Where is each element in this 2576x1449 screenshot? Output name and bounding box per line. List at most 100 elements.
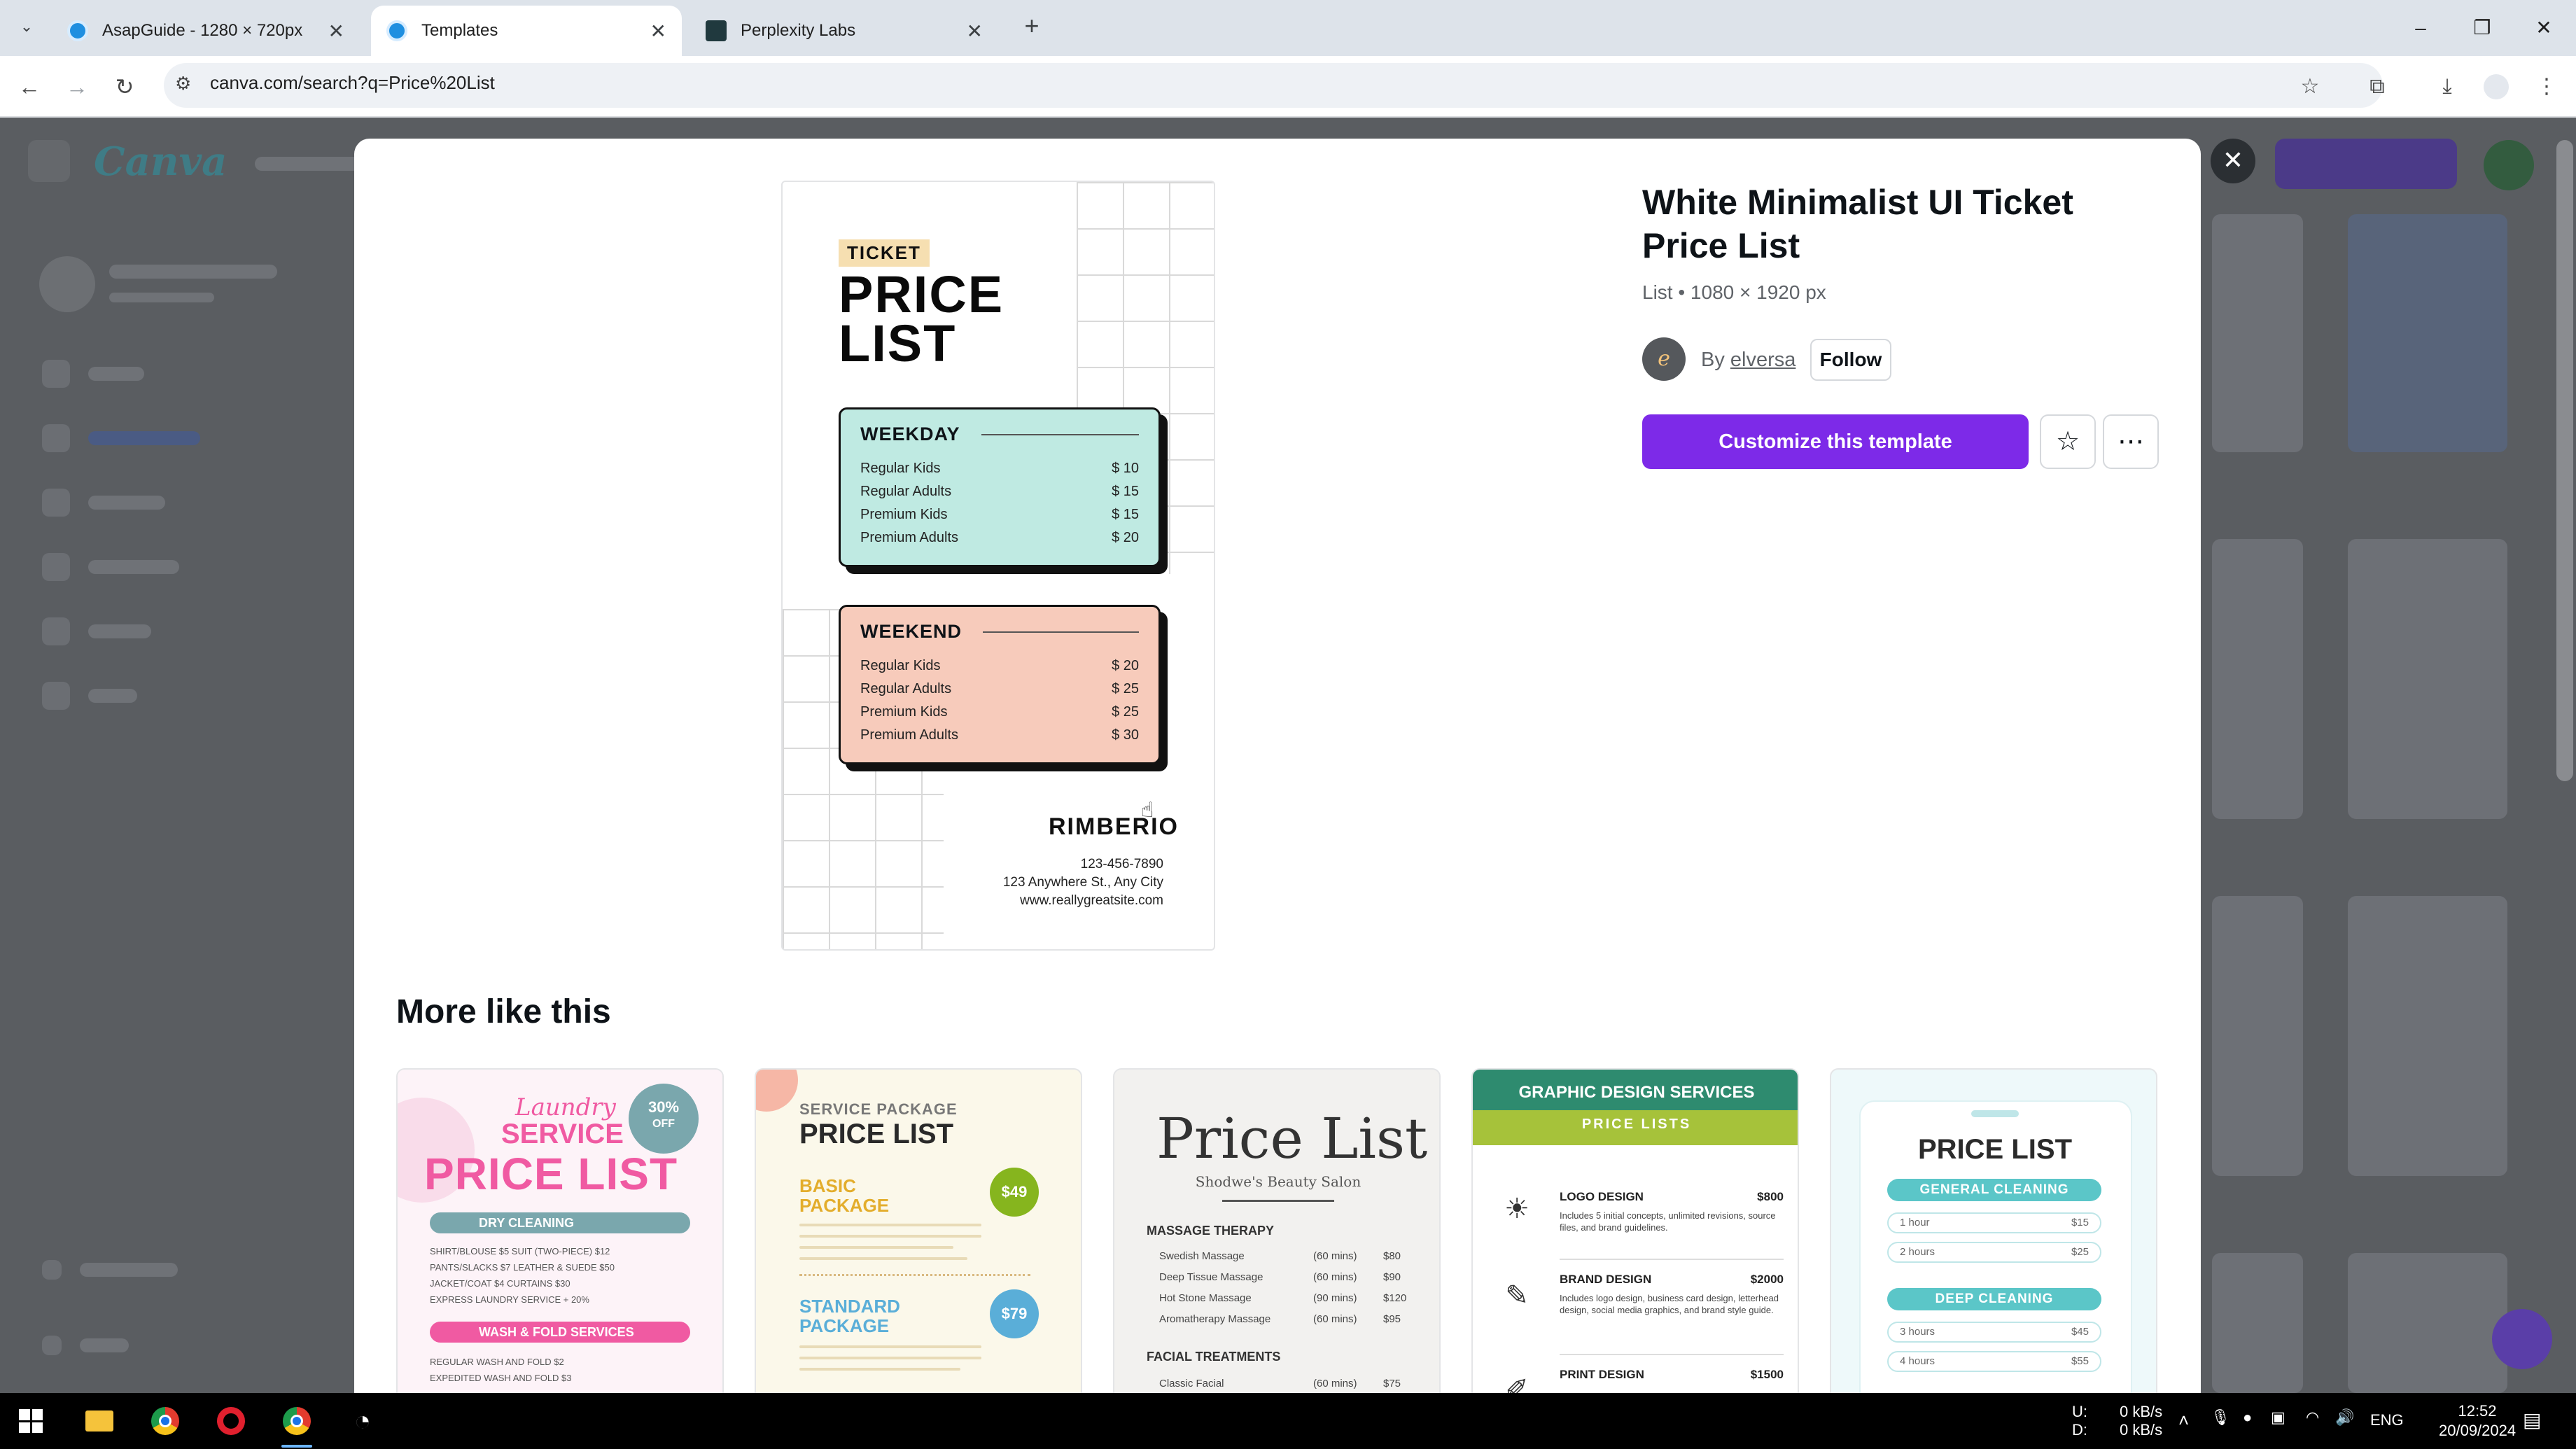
sidebar-item-placeholder <box>42 682 308 710</box>
price-row: Regular Kids $ 20 <box>860 658 1139 681</box>
volume-icon[interactable]: 🔊 <box>2335 1408 2354 1427</box>
team-avatar <box>39 256 95 312</box>
beauty-row: Classic Facial (60 mins) $75 <box>1159 1378 1411 1390</box>
network-speed-labels: U: D: <box>2072 1403 2087 1439</box>
bg-template-thumb <box>2212 214 2303 452</box>
profile-avatar[interactable] <box>2484 74 2509 99</box>
close-modal-button[interactable]: ✕ <box>2211 139 2255 183</box>
discount-badge: 30% OFF <box>629 1084 699 1154</box>
chrome-active-icon[interactable] <box>274 1399 319 1448</box>
decorative-corner <box>756 1070 798 1112</box>
item-divider <box>1560 1354 1784 1355</box>
related-template-beauty-salon[interactable]: Price List Shodwe's Beauty Salon MASSAGE… <box>1113 1068 1441 1432</box>
cleaning-duration: 2 hours <box>1900 1246 1935 1258</box>
package-label-line: BASIC <box>799 1175 856 1196</box>
forward-button[interactable]: → <box>57 67 97 106</box>
close-tab-icon[interactable]: ✕ <box>967 20 983 43</box>
tab-perplexity[interactable]: Perplexity Labs ✕ <box>690 6 998 56</box>
tray-overflow-icon[interactable]: ˄ <box>2178 1410 2189 1432</box>
tray-app-icon[interactable]: ● <box>2243 1408 2252 1427</box>
price-item-value: $ 20 <box>1112 658 1139 673</box>
related-template-service-package[interactable]: SERVICE PACKAGE PRICE LIST BASIC PACKAGE … <box>755 1068 1082 1432</box>
laundry-row: REGULAR WASH AND FOLD $2 <box>430 1357 564 1367</box>
tab-templates[interactable]: Templates ✕ <box>371 6 682 56</box>
back-button[interactable]: ← <box>10 67 49 106</box>
cleaning-row: 2 hours $25 <box>1887 1242 2101 1263</box>
microphone-icon[interactable]: 🎙 <box>2211 1408 2230 1427</box>
service-price: $90 <box>1383 1271 1401 1283</box>
chrome-icon[interactable] <box>143 1399 188 1443</box>
tray-app-icon[interactable]: ▣ <box>2271 1408 2286 1427</box>
customize-template-button[interactable]: Customize this template <box>1642 414 2029 469</box>
price-item-value: $ 30 <box>1112 727 1139 743</box>
address-bar[interactable] <box>164 63 2383 108</box>
service-name: Classic Facial <box>1159 1378 1224 1390</box>
graphic-item-name: LOGO DESIGN <box>1560 1190 1644 1203</box>
extensions-icon[interactable]: ⧉ <box>2358 67 2397 106</box>
more-options-icon[interactable]: ⋯ <box>2103 414 2159 469</box>
poster-phone: 123-456-7890 <box>1080 857 1163 872</box>
author-link[interactable]: elversa <box>1730 349 1796 371</box>
weekday-price-card: WEEKDAY Regular Kids $ 10 Regular Adults $… <box>839 407 1161 567</box>
new-tab-button[interactable]: + <box>1016 11 1047 42</box>
page-scrollbar[interactable] <box>2556 140 2573 781</box>
related-template-cleaning[interactable]: PRICE LIST GENERAL CLEANING 1 hour $15 2 … <box>1830 1068 2157 1432</box>
template-preview[interactable]: TICKET PRICE LIST WEEKDAY Regular Kids $ … <box>781 181 1215 951</box>
price-item-name: Premium Kids <box>860 704 948 720</box>
beauty-subtitle: Shodwe's Beauty Salon <box>1195 1173 1362 1190</box>
tab-search-dropdown-icon[interactable]: ⌄ <box>13 13 41 41</box>
lorem-line <box>799 1246 953 1249</box>
wifi-icon[interactable]: ◠ <box>2306 1408 2319 1427</box>
url-text[interactable]: canva.com/search?q=Price%20List <box>210 72 495 94</box>
site-info-icon[interactable]: ⚙ <box>175 73 191 94</box>
tab-asapguide[interactable]: AsapGuide - 1280 × 720px ✕ <box>52 6 360 56</box>
browser-menu-icon[interactable]: ⋮ <box>2527 67 2566 106</box>
related-template-laundry[interactable]: Laundry SERVICE 30% OFF PRICE LIST DRY CL… <box>396 1068 724 1432</box>
language-indicator[interactable]: ENG <box>2370 1411 2404 1429</box>
wash-fold-band: WASH & FOLD SERVICES <box>430 1322 690 1343</box>
taskbar-clock[interactable]: 12:52 20/09/2024 <box>2439 1401 2516 1441</box>
opera-icon[interactable] <box>209 1399 253 1443</box>
star-favorite-icon[interactable]: ☆ <box>2040 414 2096 469</box>
badge-percent: 30% <box>648 1098 680 1116</box>
downloads-icon[interactable]: ⤓ <box>2428 67 2467 106</box>
graphic-item-name: PRINT DESIGN <box>1560 1368 1644 1381</box>
graphic-title: GRAPHIC DESIGN SERVICES <box>1473 1070 1798 1110</box>
user-avatar <box>2484 140 2534 190</box>
template-meta: List • 1080 × 1920 px <box>1642 281 1826 303</box>
author-avatar[interactable]: ℯ <box>1642 337 1686 381</box>
price-item-value: $ 15 <box>1112 507 1139 522</box>
reload-button[interactable]: ↻ <box>105 67 144 106</box>
follow-button[interactable]: Follow <box>1810 339 1891 381</box>
price-item-name: Regular Kids <box>860 658 941 673</box>
notifications-icon[interactable]: ▤ <box>2523 1408 2541 1432</box>
clock-app-icon[interactable]: ◔ <box>340 1399 385 1443</box>
service-duration: (60 mins) <box>1313 1250 1357 1262</box>
ticket-tag: TICKET <box>839 239 930 267</box>
poster-title-line: PRICE <box>839 265 1004 323</box>
close-tab-icon[interactable]: ✕ <box>328 20 344 43</box>
price-row: Regular Adults $ 15 <box>860 484 1139 507</box>
close-tab-icon[interactable]: ✕ <box>650 20 666 43</box>
canva-logo: Canva <box>94 139 227 185</box>
laundry-row: PANTS/SLACKS $7 LEATHER & SUEDE $50 <box>430 1262 615 1273</box>
close-window-button[interactable]: ✕ <box>2516 8 2572 48</box>
bg-template-thumb <box>2212 896 2303 1176</box>
package-title: PRICE LIST <box>799 1119 954 1149</box>
related-template-graphic-design[interactable]: GRAPHIC DESIGN SERVICES PRICE LISTS ☀ LO… <box>1471 1068 1799 1432</box>
basic-package-label: BASIC PACKAGE <box>799 1176 889 1215</box>
bookmark-star-icon[interactable]: ☆ <box>2290 67 2330 106</box>
restore-window-button[interactable]: ❐ <box>2454 8 2510 48</box>
minimize-window-button[interactable]: – <box>2393 8 2449 48</box>
lightbulb-icon: ☀ <box>1504 1194 1530 1224</box>
poster-title: PRICE LIST <box>839 265 1004 370</box>
standard-package-price: $79 <box>990 1289 1039 1338</box>
file-explorer-icon[interactable] <box>77 1399 122 1443</box>
sidebar-item-placeholder <box>42 489 308 517</box>
tab-title: Templates <box>421 21 498 40</box>
cleaning-price: $15 <box>2071 1217 2089 1228</box>
lorem-line <box>799 1224 981 1226</box>
bg-template-thumb <box>2212 1253 2303 1393</box>
windows-start-icon[interactable] <box>8 1399 53 1443</box>
general-cleaning-pill: GENERAL CLEANING <box>1887 1179 2101 1201</box>
